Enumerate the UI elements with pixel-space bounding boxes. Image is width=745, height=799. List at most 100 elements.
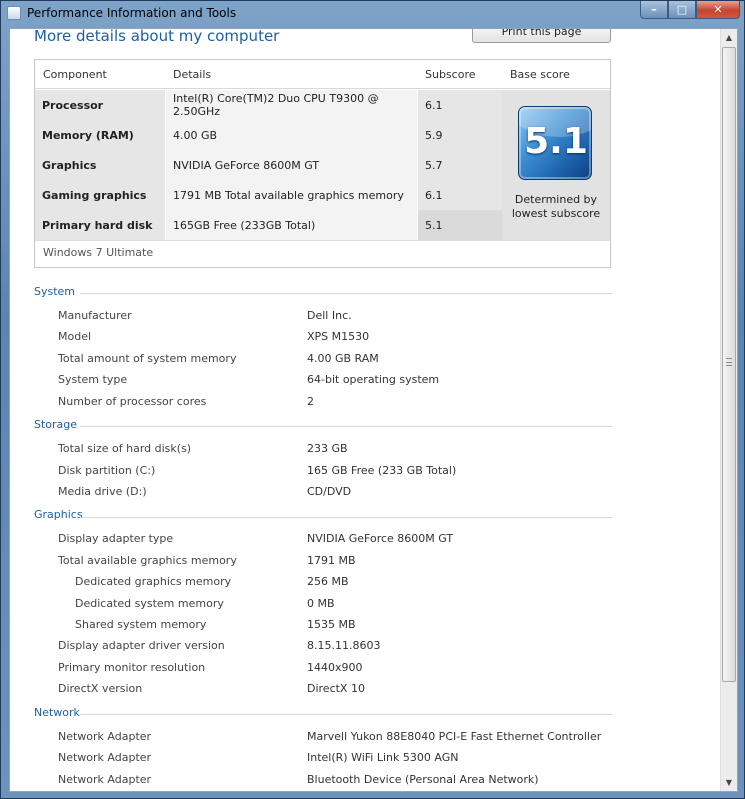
property-value: 1791 MB [307, 554, 356, 567]
property-label: Disk partition (C:) [58, 464, 156, 477]
property-value: NVIDIA GeForce 8600M GT [307, 532, 454, 545]
property-value: 8.15.11.8603 [307, 639, 381, 652]
property-value: CD/DVD [307, 485, 352, 498]
divider [35, 240, 610, 241]
window-frame: Performance Information and Tools – □ ✕ … [0, 0, 745, 799]
property-value: Intel(R) WiFi Link 5300 AGN [307, 751, 459, 764]
property-value: XPS M1530 [307, 330, 370, 343]
score-table: Component Details Subscore Base score Pr… [34, 59, 611, 268]
base-score-note-line2: lowest subscore [511, 207, 601, 220]
app-icon [7, 6, 21, 20]
property-value: Bluetooth Device (Personal Area Network) [307, 773, 539, 786]
section-title-graphics: Graphics [34, 508, 83, 521]
column-header-base-score: Base score [510, 68, 570, 81]
section-title-network: Network [34, 706, 80, 719]
property-value: 165 GB Free (233 GB Total) [307, 464, 457, 477]
score-row-primary-hard-disk: Primary hard disk 165GB Free (233GB Tota… [35, 210, 503, 240]
property-label: System type [58, 373, 128, 386]
section-title-system: System [34, 285, 76, 298]
component-name: Primary hard disk [35, 210, 166, 240]
client-area: More details about my computer Print thi… [9, 28, 738, 792]
property-value: 233 GB [307, 442, 348, 455]
window-title: Performance Information and Tools [27, 6, 237, 20]
caption-buttons: – □ ✕ [640, 1, 740, 19]
minimize-icon: – [651, 3, 657, 16]
minimize-button[interactable]: – [640, 1, 668, 19]
property-label: Total available graphics memory [58, 554, 237, 567]
page-heading-link[interactable]: More details about my computer [34, 29, 279, 45]
property-label: Media drive (D:) [58, 485, 147, 498]
property-value: Dell Inc. [307, 309, 352, 322]
vertical-scrollbar[interactable]: ▲ ▼ [720, 29, 737, 791]
property-value: 0 MB [307, 597, 335, 610]
details-content: More details about my computer Print thi… [10, 29, 721, 791]
property-label: Network Adapter [58, 751, 152, 764]
property-value: Marvell Yukon 88E8040 PCI-E Fast Etherne… [307, 730, 602, 743]
property-label: Total amount of system memory [58, 352, 237, 365]
property-value: 64-bit operating system [307, 373, 440, 386]
base-score-panel: 5.1 Determined by lowest subscore [502, 90, 610, 240]
component-name: Graphics [35, 150, 166, 180]
score-row-gaming-graphics: Gaming graphics 1791 MB Total available … [35, 180, 503, 210]
section-title-storage: Storage [34, 418, 78, 431]
score-row-memory: Memory (RAM) 4.00 GB 5.9 [35, 120, 503, 150]
property-label: Display adapter type [58, 532, 174, 545]
component-subscore: 6.1 [418, 180, 503, 210]
scrollbar-thumb[interactable] [722, 47, 736, 682]
property-label: Primary monitor resolution [58, 661, 206, 674]
component-name: Gaming graphics [35, 180, 166, 210]
component-details: Intel(R) Core(TM)2 Duo CPU T9300 @ 2.50G… [166, 90, 418, 120]
component-subscore: 5.1 [418, 210, 503, 240]
property-label: Dedicated system memory [75, 597, 224, 610]
property-label: Shared system memory [75, 618, 207, 631]
base-score-note: Determined by lowest subscore [502, 193, 610, 221]
base-score-value: 5.1 [524, 121, 588, 162]
scroll-down-arrow-icon[interactable]: ▼ [721, 774, 737, 791]
component-name: Memory (RAM) [35, 120, 166, 150]
column-header-subscore: Subscore [425, 68, 476, 81]
property-label: Dedicated graphics memory [75, 575, 232, 588]
component-subscore: 6.1 [418, 90, 503, 120]
score-row-graphics: Graphics NVIDIA GeForce 8600M GT 5.7 [35, 150, 503, 180]
component-details: 165GB Free (233GB Total) [166, 210, 418, 240]
column-header-component: Component [43, 68, 107, 81]
section-divider [80, 517, 612, 518]
property-label: Total size of hard disk(s) [58, 442, 192, 455]
maximize-button[interactable]: □ [668, 1, 696, 19]
component-name: Processor [35, 90, 166, 120]
property-label: Display adapter driver version [58, 639, 225, 652]
property-value: 4.00 GB RAM [307, 352, 379, 365]
scroll-up-arrow-icon[interactable]: ▲ [721, 29, 737, 46]
property-label: Manufacturer [58, 309, 132, 322]
column-header-details: Details [173, 68, 212, 81]
property-value: 1535 MB [307, 618, 356, 631]
score-row-processor: Processor Intel(R) Core(TM)2 Duo CPU T93… [35, 90, 503, 120]
section-divider [80, 426, 612, 427]
property-label: Model [58, 330, 92, 343]
section-divider [80, 293, 612, 294]
property-value: DirectX 10 [307, 682, 365, 695]
windows-edition: Windows 7 Ultimate [43, 246, 154, 259]
property-value: 2 [307, 395, 314, 408]
property-value: 256 MB [307, 575, 349, 588]
property-value: 1440x900 [307, 661, 363, 674]
base-score-badge: 5.1 [518, 106, 592, 180]
maximize-icon: □ [676, 3, 688, 16]
component-details: 4.00 GB [166, 120, 418, 150]
component-subscore: 5.9 [418, 120, 503, 150]
property-label: Number of processor cores [58, 395, 207, 408]
property-label: DirectX version [58, 682, 143, 695]
title-bar[interactable]: Performance Information and Tools – □ ✕ [1, 1, 744, 25]
base-score-note-line1: Determined by [514, 193, 598, 206]
print-button[interactable]: Print this page [472, 29, 611, 43]
property-label: Network Adapter [58, 773, 152, 786]
component-subscore: 5.7 [418, 150, 503, 180]
component-details: NVIDIA GeForce 8600M GT [166, 150, 418, 180]
section-divider [80, 714, 612, 715]
component-details: 1791 MB Total available graphics memory [166, 180, 418, 210]
close-icon: ✕ [713, 3, 723, 16]
close-button[interactable]: ✕ [696, 1, 740, 19]
property-label: Network Adapter [58, 730, 152, 743]
score-table-header: Component Details Subscore Base score [35, 60, 610, 89]
grip-icon [726, 358, 732, 366]
